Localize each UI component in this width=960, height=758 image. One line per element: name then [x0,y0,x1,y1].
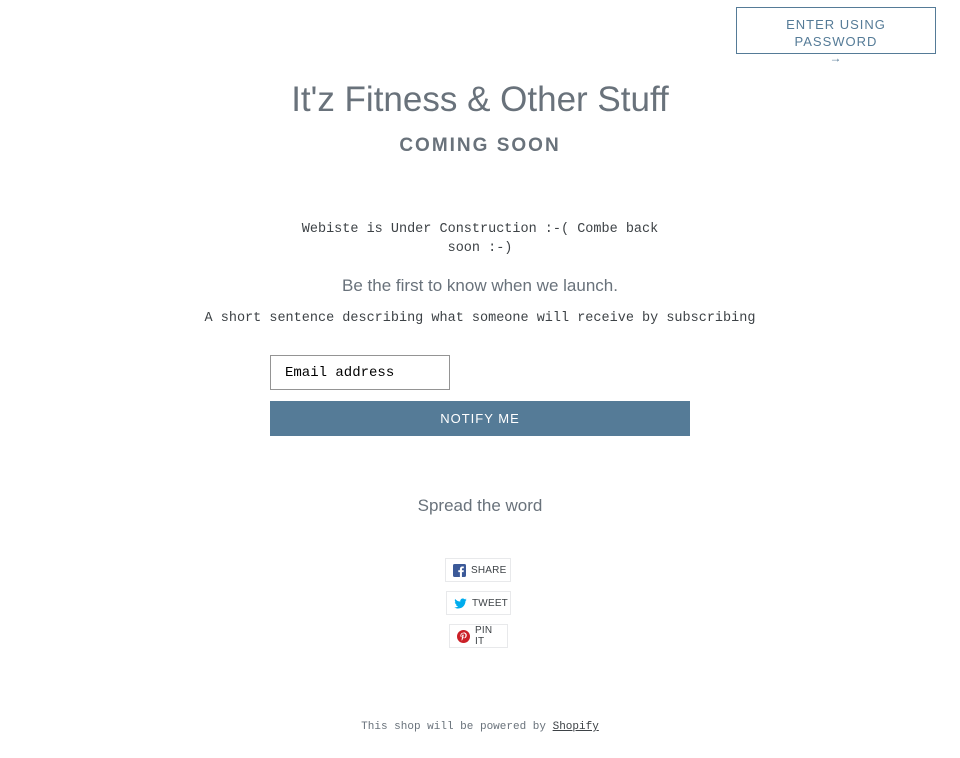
enter-using-password-button[interactable]: ENTER USING PASSWORD → [736,7,936,65]
spread-the-word-heading: Spread the word [417,496,543,515]
coming-soon-heading: COMING SOON [399,135,561,156]
share-pinterest-label: PIN IT [475,625,493,647]
footer-powered-by-text: This shop will be powered by [361,721,546,733]
share-twitter-label: TWEET [472,597,508,609]
share-facebook-button[interactable]: SHARE [445,558,511,582]
password-button-label: ENTER USING PASSWORD [786,17,886,49]
twitter-icon [454,597,467,609]
pinterest-icon [457,629,470,643]
email-input[interactable] [270,355,450,390]
share-twitter-button[interactable]: TWEET [446,591,511,615]
launch-description: A short sentence describing what someone… [204,311,756,326]
share-facebook-label: SHARE [471,564,507,576]
footer: This shop will be powered by Shopify [0,721,960,733]
share-pinterest-button[interactable]: PIN IT [449,624,508,648]
arrow-right-icon: → [829,51,843,65]
facebook-icon [453,563,466,577]
construction-message: Webiste is Under Construction :-( Combe … [301,222,659,256]
notify-me-button[interactable]: NOTIFY ME [270,401,690,436]
launch-heading: Be the first to know when we launch. [342,276,618,295]
shop-title: It'z Fitness & Other Stuff [291,80,669,119]
shopify-link[interactable]: Shopify [553,721,599,733]
